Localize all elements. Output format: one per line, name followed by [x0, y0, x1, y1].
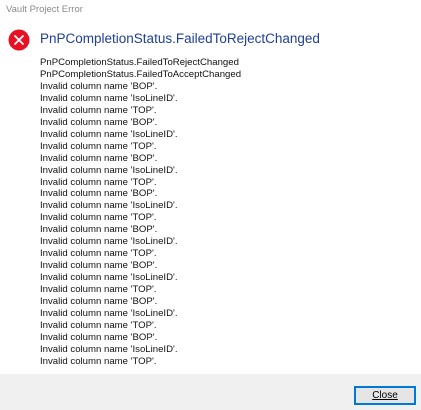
message-line: PnPCompletionStatus.FailedToRejectChange… — [40, 57, 239, 68]
error-icon — [8, 29, 30, 51]
message-line: Invalid column name 'TOP'. — [40, 176, 157, 188]
message-line: Invalid column name 'TOP'. — [40, 319, 157, 331]
message-line: Invalid column name 'IsoLineID'. — [40, 308, 178, 320]
message-line: Invalid column name 'BOP'. — [40, 296, 158, 308]
message-line: Invalid column name 'TOP'. — [40, 104, 157, 116]
message-line: Invalid column name 'IsoLineID'. — [40, 200, 178, 212]
message-line: Invalid column name 'TOP'. — [40, 355, 157, 367]
window-title: Vault Project Error — [6, 4, 83, 15]
message-line: Invalid column name 'BOP'. — [40, 116, 158, 128]
close-button[interactable]: Close — [354, 386, 416, 405]
error-message: PnPCompletionStatus.FailedToRejectChange… — [40, 57, 241, 368]
message-line: Invalid column name 'IsoLineID'. — [40, 164, 178, 176]
message-line: Invalid column name 'IsoLineID'. — [40, 343, 178, 355]
message-line: Invalid column name 'TOP'. — [40, 284, 157, 296]
message-line: PnPCompletionStatus.FailedToAcceptChange… — [40, 68, 242, 80]
error-heading: PnPCompletionStatus.FailedToRejectChange… — [40, 31, 320, 46]
message-line: Invalid column name 'IsoLineID'. — [40, 236, 178, 248]
button-bar: Close — [0, 374, 421, 410]
message-line: Invalid column name 'BOP'. — [40, 188, 158, 200]
message-line: Invalid column name 'IsoLineID'. — [40, 128, 178, 140]
message-line: Invalid column name 'BOP'. — [40, 80, 158, 92]
message-line: Invalid column name 'BOP'. — [40, 152, 158, 164]
message-line: Invalid column name 'TOP'. — [40, 140, 157, 152]
message-line: Invalid column name 'BOP'. — [40, 331, 158, 343]
message-line: Invalid column name 'TOP'. — [40, 248, 157, 260]
error-dialog: Vault Project Error PnPCompletionStatus.… — [0, 0, 421, 410]
message-line: Invalid column name 'BOP'. — [40, 260, 158, 272]
message-line: Invalid column name 'TOP'. — [40, 212, 157, 224]
message-line: Invalid column name 'IsoLineID'. — [40, 92, 178, 104]
message-line: Invalid column name 'BOP'. — [40, 224, 158, 236]
message-line: Invalid column name 'IsoLineID'. — [40, 272, 178, 284]
